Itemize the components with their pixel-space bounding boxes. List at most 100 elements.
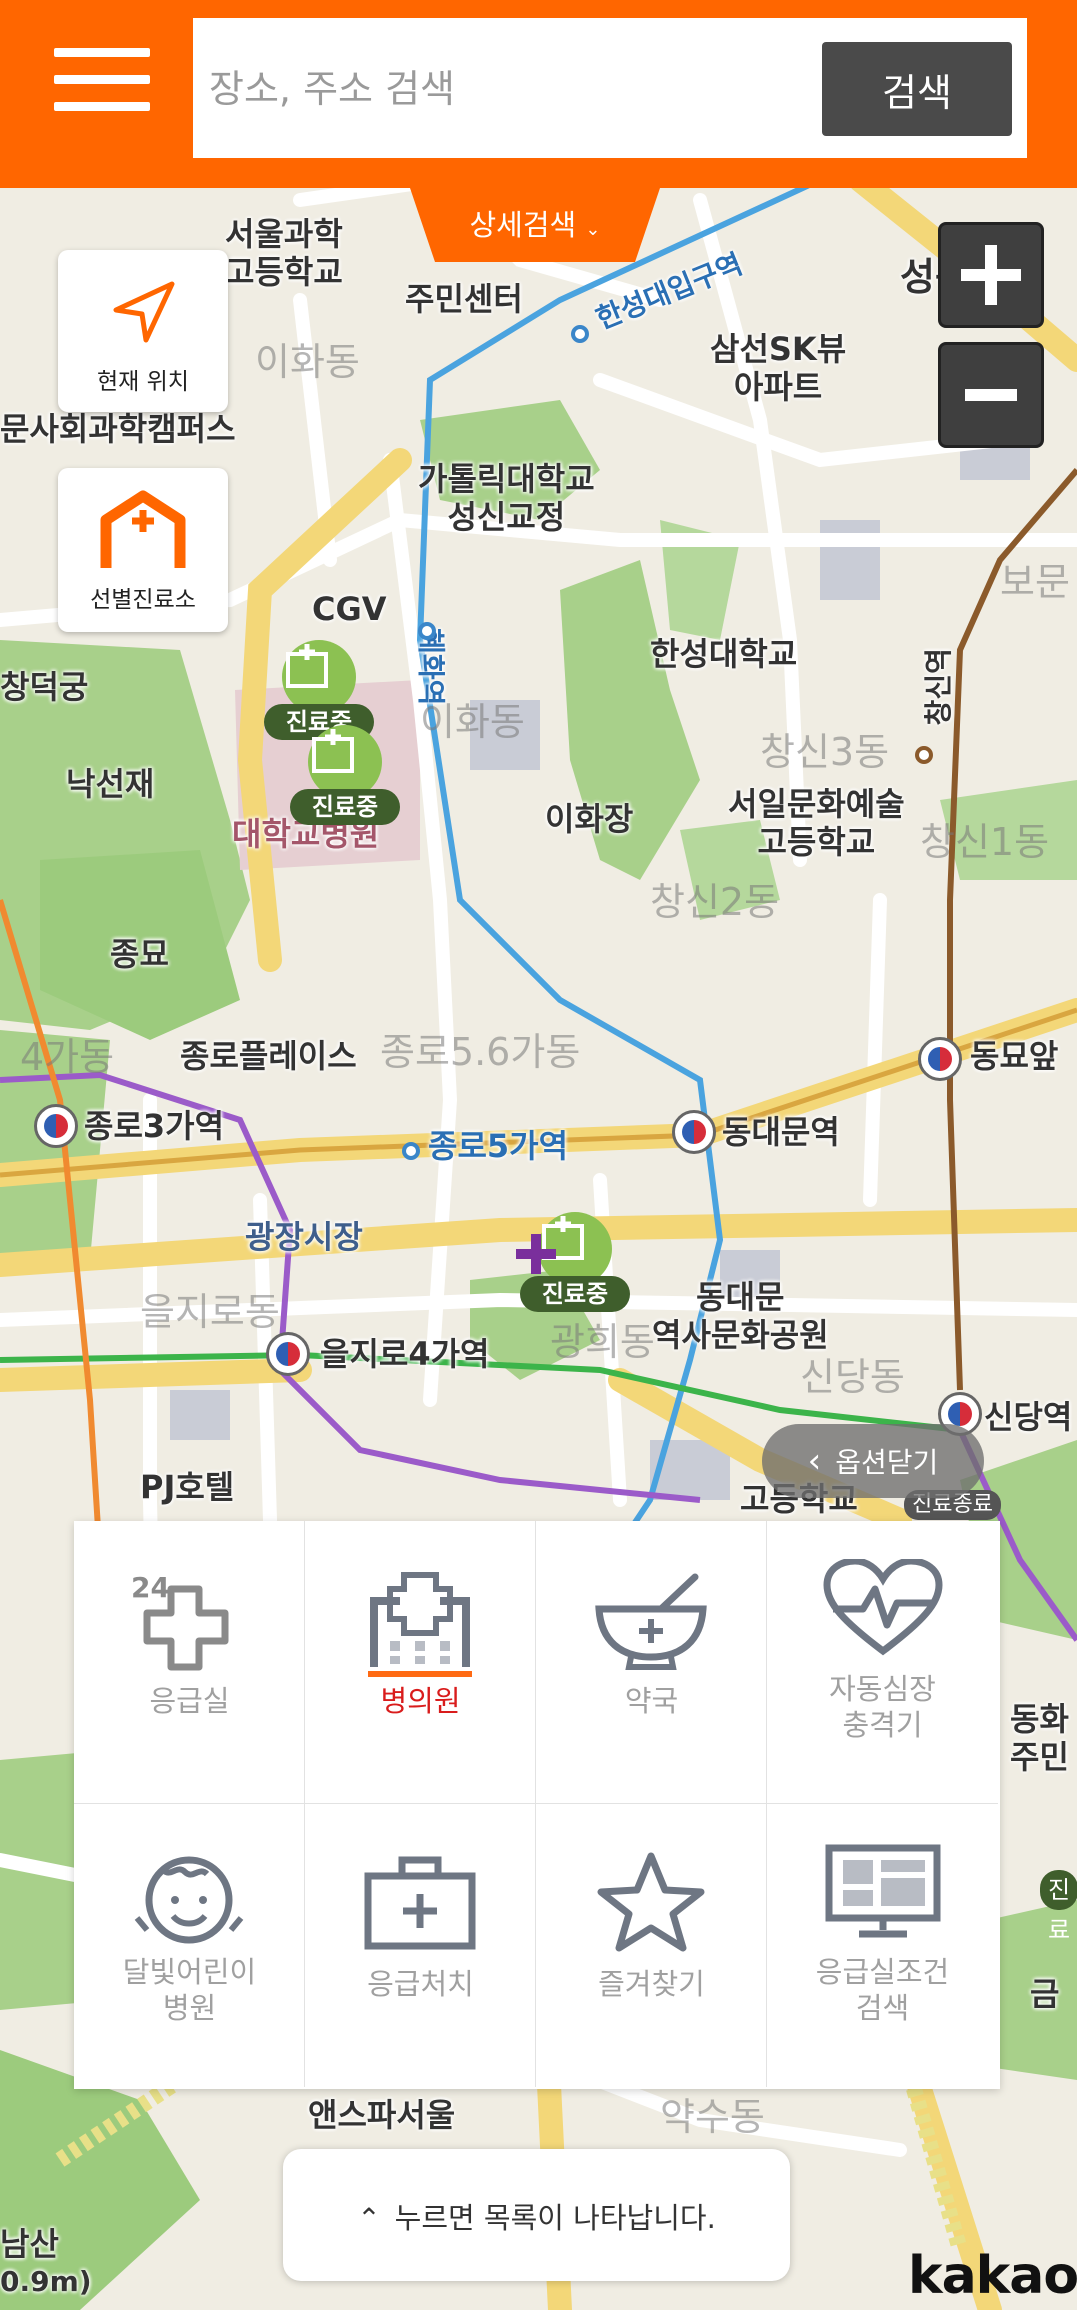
kakao-logo: kakao	[908, 2246, 1077, 2306]
search-button[interactable]: 검색	[822, 42, 1012, 136]
search-box: 검색	[193, 18, 1027, 158]
label-hyehwa: 혜화역	[414, 628, 448, 706]
label-distance: 0.9m)	[0, 2265, 92, 2298]
label-humanities-campus: 문사회과학캠퍼스	[0, 410, 236, 448]
chevron-up-icon: ⌃	[357, 2202, 381, 2235]
current-location-button[interactable]: 현재 위치	[58, 250, 228, 412]
category-pharmacy[interactable]: 약국	[536, 1521, 767, 1804]
label-samsun-sk: 삼선SK뷰 아파트	[710, 330, 847, 407]
district-label: 신당동	[800, 1355, 905, 1399]
label-namsan: 남산	[0, 2225, 59, 2263]
label-jongno-place: 종로플레이스	[180, 1037, 357, 1075]
station-dongmyo-marker[interactable]	[918, 1037, 962, 1081]
label-jongmyo: 종묘	[110, 935, 169, 973]
label-dongdaemun: 동대문역	[722, 1113, 840, 1151]
screening-clinic-button[interactable]: 선별진료소	[58, 468, 228, 632]
pharmacy-plus-icon	[512, 1230, 560, 1278]
pharmacy-bowl-icon	[595, 1573, 707, 1670]
close-options-button[interactable]: ‹ 옵션닫기	[762, 1424, 984, 1498]
label-jongno3: 종로3가역	[84, 1107, 225, 1145]
close-options-label: 옵션닫기	[835, 1446, 939, 1479]
hospital-building-icon	[282, 640, 356, 714]
station-euljiro4-marker[interactable]	[266, 1332, 310, 1376]
label-changsin-station: 창신역	[921, 648, 955, 726]
label-ddp: 동대문 역사문화공원	[652, 1278, 829, 1355]
district-label: 광희동	[550, 1320, 655, 1364]
district-label: 약수동	[660, 2095, 765, 2139]
pin-status-badge[interactable]: 진료	[1040, 1870, 1077, 1944]
navigation-arrow-icon	[113, 281, 175, 343]
zoom-out-button[interactable]	[938, 342, 1044, 448]
district-label: 이화동	[255, 340, 360, 384]
category-hospital[interactable]: 병의원	[305, 1521, 536, 1804]
station-dongdaemun-marker[interactable]	[672, 1110, 716, 1154]
emergency-24-icon: 24	[131, 1571, 229, 1671]
hospital-pin[interactable]: 진료중	[290, 725, 400, 835]
zoom-in-button[interactable]	[938, 222, 1044, 328]
monitor-search-icon	[825, 1844, 940, 1938]
chevron-left-icon: ‹	[807, 1441, 822, 1481]
label-seoil-arts-hs: 서일문화예술 고등학교	[728, 785, 905, 862]
label-pj-hotel: PJ호텔	[140, 1468, 235, 1506]
label-cgv: CGV	[312, 590, 387, 628]
category-label: 응급처치	[367, 1967, 474, 2001]
screening-clinic-label: 선별진료소	[90, 587, 196, 613]
category-label: 응급실조건 검색	[767, 1954, 998, 2027]
category-label: 자동심장 충격기	[767, 1671, 998, 1744]
category-label: 즐겨찾기	[598, 1967, 705, 2001]
category-emergency-room[interactable]: 24 응급실	[74, 1521, 305, 1804]
label-euljiro4: 을지로4가역	[320, 1335, 490, 1373]
search-input[interactable]	[207, 48, 811, 130]
district-label: 창신3동	[760, 730, 890, 774]
district-label: 4가동	[20, 1035, 115, 1079]
label-gwangjang-market: 광장시장	[245, 1218, 363, 1256]
category-label-text: 달빛어린이 병원	[122, 1955, 257, 2026]
category-label: 약국	[624, 1684, 679, 1718]
label-ihwajang: 이화장	[545, 800, 634, 838]
station-jongno3-marker[interactable]	[34, 1104, 78, 1148]
category-moonlight-children-hospital[interactable]: 달빛어린이 병원	[74, 1804, 305, 2087]
station-hansung-marker[interactable]	[571, 325, 589, 343]
tent-clinic-icon	[100, 490, 186, 568]
category-label: 병의원	[380, 1684, 461, 1718]
detail-search-tab[interactable]: 상세검색 ⌄	[410, 188, 660, 262]
label-geum: 금	[1030, 1975, 1060, 2013]
child-face-icon	[134, 1856, 244, 1944]
station-jongno5-marker[interactable]	[402, 1142, 420, 1160]
category-grid: 24 응급실 병의원 약국 자동심장 충격기 달빛어린이 병원 응급처치 즐겨찾…	[74, 1521, 1000, 2089]
list-toggle-button[interactable]: ⌃ 누르면 목록이 나타납니다.	[283, 2149, 790, 2281]
top-header: 검색	[0, 0, 1077, 188]
category-label-text: 응급실조건 검색	[815, 1955, 950, 2026]
category-label-text: 자동심장 충격기	[829, 1672, 936, 1743]
category-defibrillator[interactable]: 자동심장 충격기	[767, 1521, 998, 1804]
hospital-building-icon	[308, 725, 382, 799]
label-hansung-univ: 한성대학교	[650, 635, 798, 673]
district-label: 창신2동	[650, 880, 780, 924]
station-hyehwa-marker[interactable]	[418, 622, 436, 640]
category-label: 달빛어린이 병원	[74, 1954, 305, 2027]
hamburger-menu-icon[interactable]	[54, 48, 150, 112]
category-favorites[interactable]: 즐겨찾기	[536, 1804, 767, 2087]
label-seoul-science-hs: 서울과학 고등학교	[225, 215, 343, 292]
station-changsin-marker[interactable]	[915, 746, 933, 764]
pin-status-badge: 진료중	[520, 1276, 630, 1312]
label-changdeokgung: 창덕궁	[0, 668, 89, 706]
label-ansfa: 앤스파서울	[308, 2096, 456, 2134]
current-location-label: 현재 위치	[97, 369, 189, 395]
category-er-condition-search[interactable]: 응급실조건 검색	[767, 1804, 998, 2087]
label-community-center: 주민센터	[405, 280, 523, 318]
list-toggle-label: 누르면 목록이 나타납니다.	[394, 2201, 716, 2235]
district-label: 보문	[1000, 560, 1070, 604]
star-icon	[597, 1852, 705, 1952]
minus-icon	[965, 389, 1017, 401]
category-first-aid[interactable]: 응급처치	[305, 1804, 536, 2087]
district-label: 을지로동	[140, 1290, 280, 1334]
chevron-down-icon: ⌄	[585, 219, 601, 240]
district-label: 종로5.6가동	[380, 1030, 581, 1074]
label-catholic-univ: 가톨릭대학교 성신교정	[418, 460, 595, 537]
category-label: 응급실	[149, 1684, 230, 1718]
label-jongno5: 종로5가역	[428, 1127, 569, 1165]
hospital-icon	[368, 1572, 472, 1677]
label-nakseonjae: 낙선재	[66, 765, 155, 803]
plus-icon	[961, 245, 1021, 305]
